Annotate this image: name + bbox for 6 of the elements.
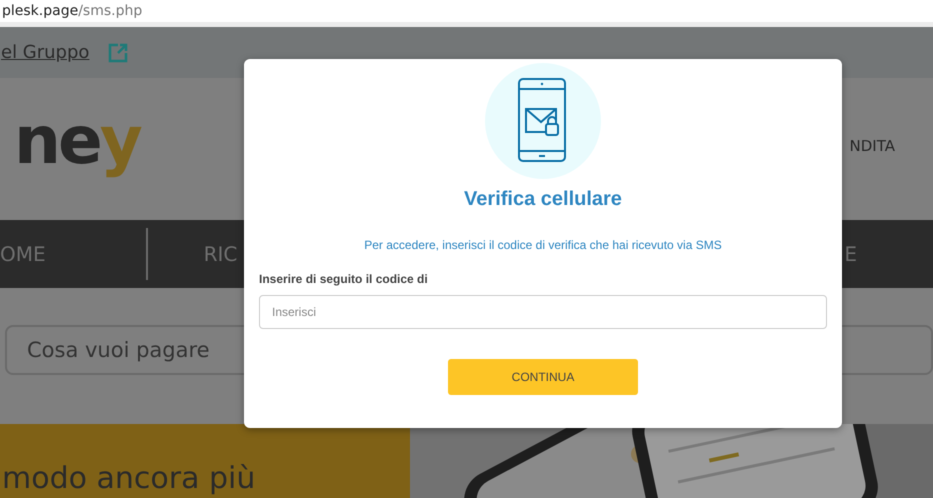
dialog-title: Verifica cellulare [464,188,622,211]
url-path: /sms.php [78,3,142,19]
field-label: Inserire di seguito il codice di [259,272,428,286]
banner-heading: modo ancora più [2,461,256,496]
dialog-message: Per accedere, inserisci il codice di verifica che hai ricevuto via SMS [364,238,722,252]
url-host: plesk.page [2,3,78,19]
